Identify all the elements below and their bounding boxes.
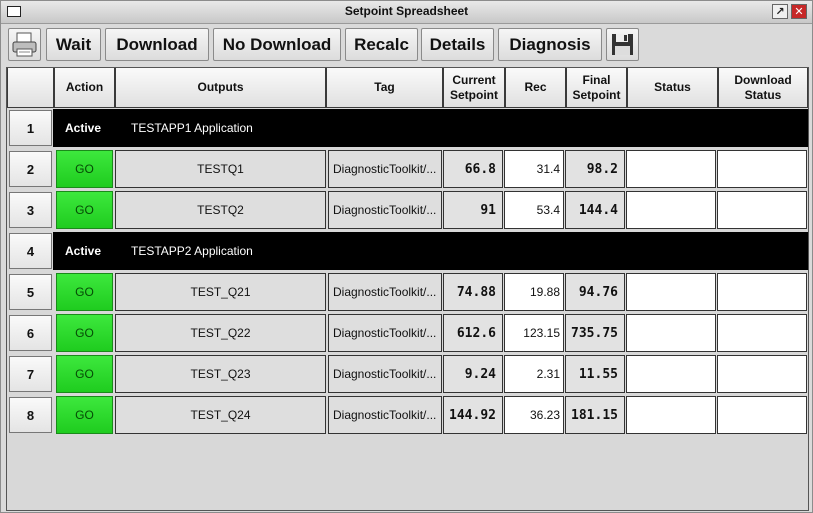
output-cell: TEST_Q21 — [115, 273, 326, 311]
header-status[interactable]: Status — [627, 68, 718, 108]
window-title: Setpoint Spreadsheet — [344, 4, 469, 18]
tag-cell: DiagnosticToolkit/... — [328, 355, 442, 393]
recalc-button[interactable]: Recalc — [345, 28, 418, 61]
header-final-setpoint[interactable]: Final Setpoint — [566, 68, 627, 108]
final-setpoint-cell: 94.76 — [565, 273, 625, 311]
row-number[interactable]: 5 — [9, 274, 52, 310]
current-setpoint-cell: 66.8 — [443, 150, 503, 188]
status-cell — [626, 314, 716, 352]
output-cell: TESTQ2 — [115, 191, 326, 229]
group-application-label: TESTAPP1 Application — [131, 121, 253, 135]
download-status-cell — [717, 396, 807, 434]
current-setpoint-cell: 9.24 — [443, 355, 503, 393]
row-number[interactable]: 6 — [9, 315, 52, 351]
header-outputs[interactable]: Outputs — [115, 68, 326, 108]
go-button[interactable]: GO — [56, 396, 113, 434]
group-active-status[interactable]: Active — [53, 109, 113, 147]
download-status-cell — [717, 191, 807, 229]
wait-button[interactable]: Wait — [46, 28, 101, 61]
output-cell: TEST_Q22 — [115, 314, 326, 352]
tag-cell: DiagnosticToolkit/... — [328, 273, 442, 311]
go-button[interactable]: GO — [56, 355, 113, 393]
final-setpoint-cell: 144.4 — [565, 191, 625, 229]
group-application-label: TESTAPP2 Application — [131, 244, 253, 258]
go-button[interactable]: GO — [56, 314, 113, 352]
rec-cell[interactable]: 53.4 — [504, 191, 564, 229]
printer-icon — [12, 32, 37, 57]
download-status-cell — [717, 273, 807, 311]
row-number[interactable]: 8 — [9, 397, 52, 433]
final-setpoint-cell: 11.55 — [565, 355, 625, 393]
rec-cell[interactable]: 31.4 — [504, 150, 564, 188]
final-setpoint-cell: 98.2 — [565, 150, 625, 188]
header-download-status[interactable]: Download Status — [718, 68, 808, 108]
setpoint-table: Action Outputs Tag Current Setpoint Rec … — [6, 67, 809, 511]
floppy-disk-icon — [612, 34, 633, 55]
rec-cell[interactable]: 19.88 — [504, 273, 564, 311]
status-cell — [626, 191, 716, 229]
download-button[interactable]: Download — [105, 28, 209, 61]
details-button[interactable]: Details — [421, 28, 494, 61]
current-setpoint-cell: 144.92 — [443, 396, 503, 434]
rec-cell[interactable]: 123.15 — [504, 314, 564, 352]
header-row-number — [7, 68, 54, 108]
row-number[interactable]: 3 — [9, 192, 52, 228]
no-download-button[interactable]: No Download — [213, 28, 341, 61]
diagnosis-button[interactable]: Diagnosis — [498, 28, 602, 61]
status-cell — [626, 396, 716, 434]
tag-cell: DiagnosticToolkit/... — [328, 396, 442, 434]
download-status-cell — [717, 355, 807, 393]
row-number[interactable]: 7 — [9, 356, 52, 392]
title-bar[interactable]: Setpoint Spreadsheet ↗ ✕ — [1, 1, 812, 24]
tag-cell: DiagnosticToolkit/... — [328, 314, 442, 352]
status-cell — [626, 150, 716, 188]
download-status-cell — [717, 314, 807, 352]
row-number[interactable]: 1 — [9, 110, 52, 146]
group-active-status[interactable]: Active — [53, 232, 113, 270]
save-button[interactable] — [606, 28, 639, 61]
row-number[interactable]: 4 — [9, 233, 52, 269]
status-cell — [626, 273, 716, 311]
setpoint-spreadsheet-window: Setpoint Spreadsheet ↗ ✕ Wait Download N… — [0, 0, 813, 513]
group-row[interactable]: Active TESTAPP2 Application — [53, 232, 808, 270]
output-cell: TESTQ1 — [115, 150, 326, 188]
group-row[interactable]: Active TESTAPP1 Application — [53, 109, 808, 147]
current-setpoint-cell: 91 — [443, 191, 503, 229]
close-button[interactable]: ✕ — [791, 4, 807, 19]
print-button[interactable] — [8, 28, 41, 61]
row-number[interactable]: 2 — [9, 151, 52, 187]
current-setpoint-cell: 74.88 — [443, 273, 503, 311]
go-button[interactable]: GO — [56, 273, 113, 311]
final-setpoint-cell: 181.15 — [565, 396, 625, 434]
output-cell: TEST_Q24 — [115, 396, 326, 434]
go-button[interactable]: GO — [56, 191, 113, 229]
rec-cell[interactable]: 2.31 — [504, 355, 564, 393]
toolbar: Wait Download No Download Recalc Details… — [1, 24, 812, 66]
header-current-setpoint[interactable]: Current Setpoint — [443, 68, 505, 108]
download-status-cell — [717, 150, 807, 188]
current-setpoint-cell: 612.6 — [443, 314, 503, 352]
rec-cell[interactable]: 36.23 — [504, 396, 564, 434]
go-button[interactable]: GO — [56, 150, 113, 188]
final-setpoint-cell: 735.75 — [565, 314, 625, 352]
restore-button[interactable]: ↗ — [772, 4, 788, 19]
output-cell: TEST_Q23 — [115, 355, 326, 393]
header-tag[interactable]: Tag — [326, 68, 443, 108]
tag-cell: DiagnosticToolkit/... — [328, 191, 442, 229]
header-rec[interactable]: Rec — [505, 68, 566, 108]
status-cell — [626, 355, 716, 393]
tag-cell: DiagnosticToolkit/... — [328, 150, 442, 188]
header-action[interactable]: Action — [54, 68, 115, 108]
